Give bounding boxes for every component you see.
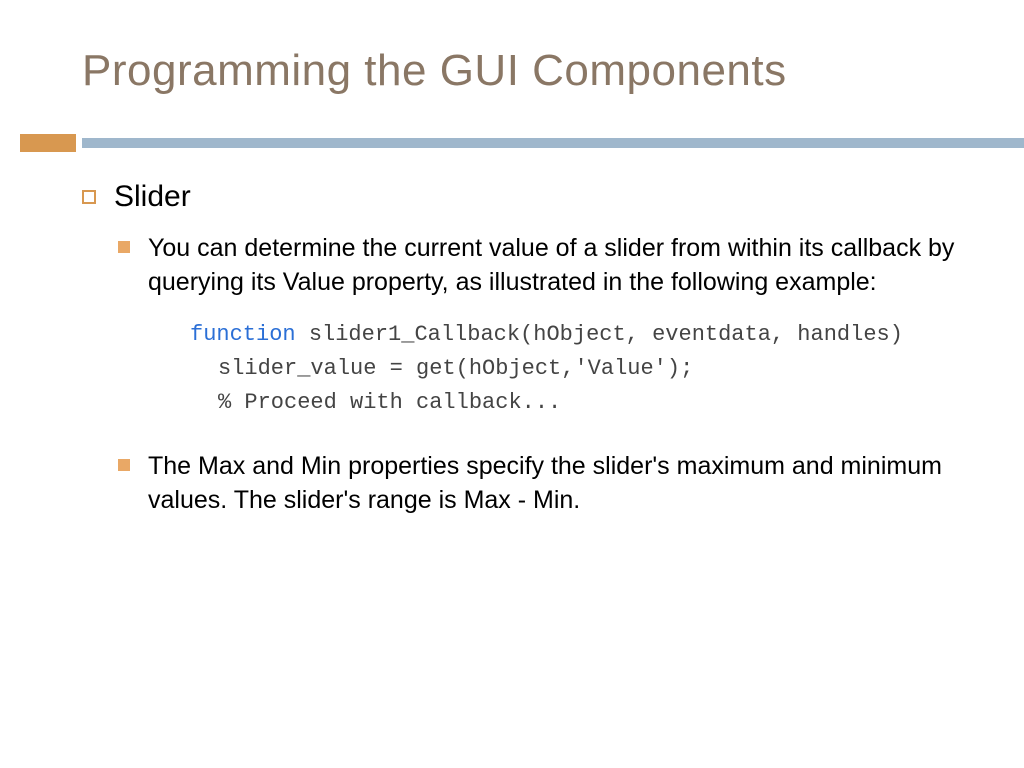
slide: Programming the GUI Components Slider Yo… bbox=[0, 0, 1024, 768]
bullet3-text: The Max and Min properties specify the s… bbox=[148, 450, 964, 518]
accent-block-orange bbox=[20, 134, 76, 152]
code-line-3: % Proceed with callback... bbox=[190, 386, 964, 420]
square-bullet-icon bbox=[82, 190, 96, 204]
bullet-level1: Slider bbox=[82, 180, 964, 214]
bullet-level2: The Max and Min properties specify the s… bbox=[118, 450, 964, 518]
code-line-1-rest: slider1_Callback(hObject, eventdata, han… bbox=[296, 322, 903, 347]
code-line-1: function slider1_Callback(hObject, event… bbox=[190, 318, 964, 352]
slide-title: Programming the GUI Components bbox=[82, 46, 787, 96]
bullet1-text: Slider bbox=[114, 180, 191, 214]
slide-content: Slider You can determine the current val… bbox=[82, 180, 964, 535]
square-bullet-filled-icon bbox=[118, 459, 130, 471]
accent-bar-blue bbox=[82, 138, 1024, 148]
code-keyword: function bbox=[190, 322, 296, 347]
title-underline bbox=[0, 134, 1024, 152]
bullet2-text: You can determine the current value of a… bbox=[148, 232, 964, 300]
code-block: function slider1_Callback(hObject, event… bbox=[190, 318, 964, 420]
square-bullet-filled-icon bbox=[118, 241, 130, 253]
bullet-level2: You can determine the current value of a… bbox=[118, 232, 964, 300]
code-line-2: slider_value = get(hObject,'Value'); bbox=[190, 352, 964, 386]
